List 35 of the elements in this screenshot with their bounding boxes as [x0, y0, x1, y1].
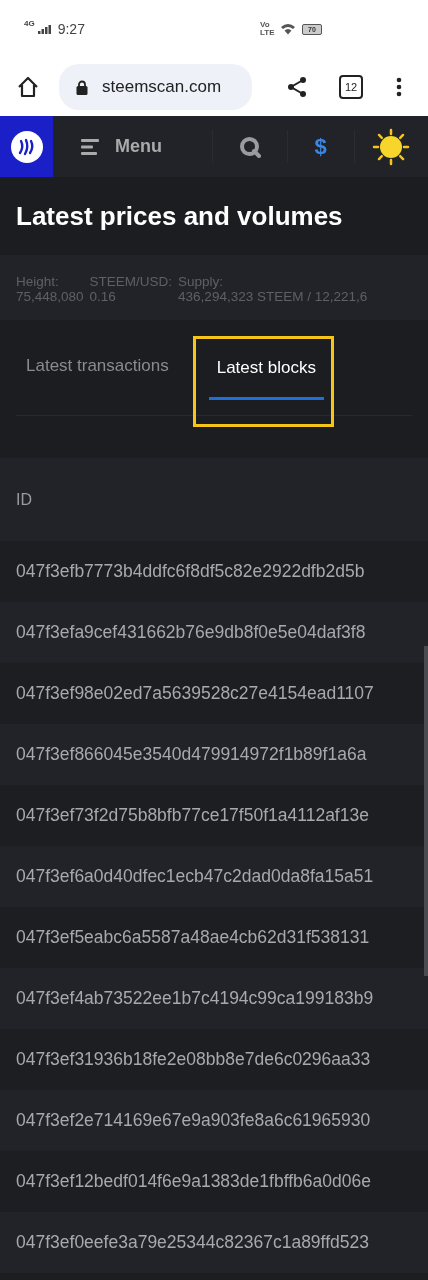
block-id-link[interactable]: 047f3ef73f2d75b8bfb77ce17f50f1a4112af13e	[16, 805, 369, 826]
stat-value: 75,448,080	[16, 289, 84, 304]
address-bar[interactable]: steemscan.com	[59, 64, 252, 110]
block-id-link[interactable]: 047f3ef5eabc6a5587a48ae4cb62d31f538131	[16, 927, 370, 948]
stat-value: 436,294,323 STEEM / 12,221,6	[178, 289, 368, 304]
tab-count-button[interactable]: 12	[339, 75, 363, 99]
currency-button[interactable]: $	[314, 133, 327, 160]
stat-value: 0.16	[89, 289, 117, 304]
logo-button[interactable]	[0, 116, 53, 177]
status-time: 9:27	[57, 21, 85, 37]
more-icon[interactable]	[396, 77, 402, 97]
sun-icon[interactable]	[372, 127, 411, 166]
logo-icon	[10, 130, 43, 163]
wifi-icon	[280, 23, 296, 35]
block-id-link[interactable]: 047f3ef31936b18fe2e08bb8e7de6c0296aa33	[16, 1049, 371, 1070]
tab[interactable]: Latest blocks	[208, 345, 324, 400]
column-header: ID	[16, 490, 32, 509]
network-type: 4G	[24, 19, 35, 28]
lock-icon	[76, 79, 88, 95]
block-id-link[interactable]: 047f3efb7773b4ddfc6f8df5c82e2922dfb2d5b	[16, 561, 365, 582]
url-text: steemscan.com	[102, 77, 222, 97]
tab[interactable]: Latest transactions	[16, 344, 179, 391]
stat-label: STEEM/USD:	[89, 274, 173, 289]
share-icon[interactable]	[287, 76, 307, 98]
block-id-link[interactable]: 047f3ef12bedf014f6e9a1383de1fbffb6a0d06e	[16, 1171, 371, 1192]
signal-icon	[37, 24, 52, 34]
search-icon[interactable]	[238, 135, 261, 158]
block-id-link[interactable]: 047f3ef98e02ed7a5639528c27e4154ead1107	[16, 683, 374, 704]
home-icon[interactable]	[17, 76, 39, 98]
scrollbar[interactable]	[424, 646, 428, 976]
menu-button[interactable]: Menu	[53, 116, 212, 177]
volte-label: Vo LTE	[260, 21, 274, 37]
menu-icon	[81, 138, 101, 155]
stat-label: Supply:	[178, 274, 225, 289]
stat-label: Height:	[16, 274, 60, 289]
